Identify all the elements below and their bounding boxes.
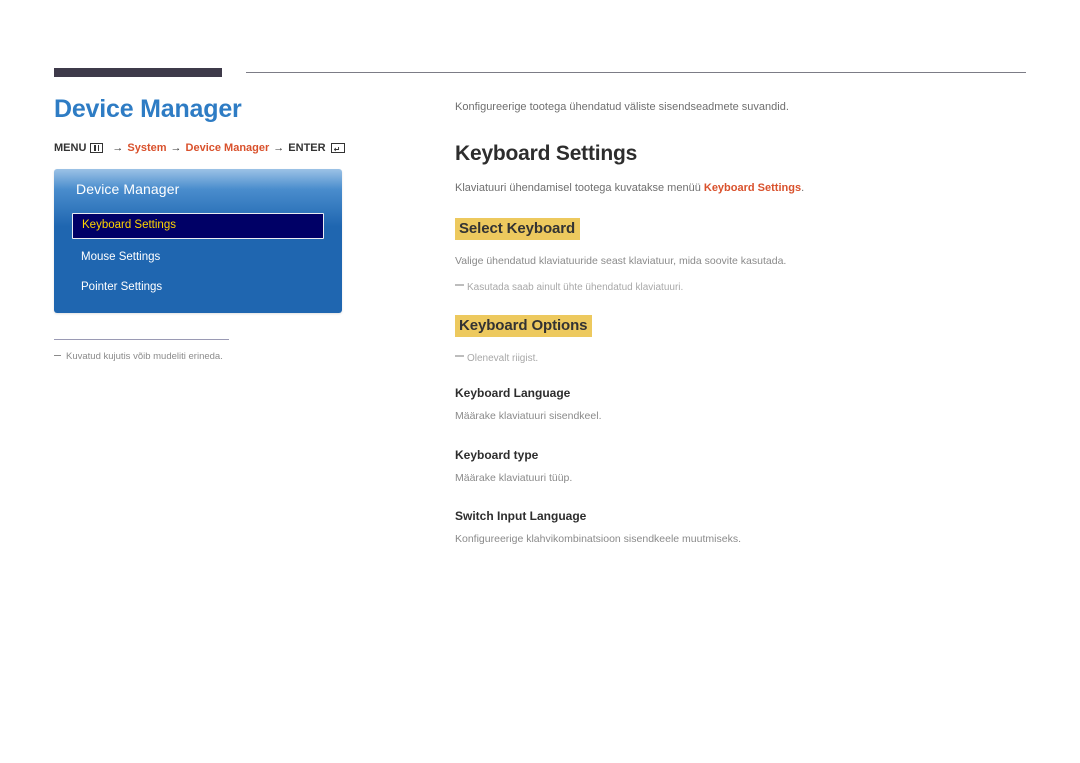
note-dash-icon [455, 283, 464, 286]
enter-return-icon: ↵ [330, 143, 345, 153]
breadcrumb: MENU → System → Device Manager → ENTER ↵ [54, 142, 414, 154]
subheading-switch-input-language: Switch Input Language [455, 509, 587, 524]
left-column: Device Manager MENU → System → Device Ma… [54, 94, 414, 363]
breadcrumb-step-system[interactable]: System [127, 142, 166, 154]
note-dash-icon [455, 354, 464, 357]
breadcrumb-arrow-3: → [273, 142, 285, 154]
keyboard-options-note-text: Olenevalt riigist. [467, 352, 539, 364]
section-description-after: . [801, 181, 805, 194]
osd-menu-list: Keyboard Settings Mouse Settings Pointer… [72, 213, 324, 305]
right-column: Konfigureerige tootega ühendatud väliste… [455, 99, 1030, 571]
desc-keyboard-type: Määrake klaviatuuri tüüp. [455, 471, 573, 484]
left-footnote-text: Kuvatud kujutis võib mudeliti erineda. [66, 351, 223, 362]
section-description-accent: Keyboard Settings [703, 181, 802, 194]
section-heading-keyboard-settings: Keyboard Settings [455, 141, 638, 165]
breadcrumb-arrow-1: → [112, 142, 124, 154]
subsection-title-select-keyboard: Select Keyboard [455, 218, 581, 240]
left-footnote: Kuvatud kujutis võib mudeliti erineda. [54, 350, 229, 363]
osd-preview-panel: Device Manager Keyboard Settings Mouse S… [54, 169, 342, 313]
osd-title: Device Manager [76, 181, 180, 197]
osd-item-keyboard-settings[interactable]: Keyboard Settings [72, 213, 324, 239]
desc-keyboard-language: Määrake klaviatuuri sisendkeel. [455, 409, 602, 422]
menu-grid-icon [90, 143, 104, 153]
header-rule-thin [246, 72, 1026, 73]
intro-paragraph: Konfigureerige tootega ühendatud väliste… [455, 101, 789, 113]
subsection-title-keyboard-options: Keyboard Options [455, 314, 593, 337]
section-description: Klaviatuuri ühendamisel tootega kuvataks… [455, 180, 1030, 197]
header-rule [54, 68, 1026, 77]
header-rule-thick [54, 68, 222, 77]
page-title: Device Manager [54, 95, 242, 123]
breadcrumb-arrow-2: → [170, 142, 182, 154]
subheading-keyboard-type: Keyboard type [455, 447, 539, 462]
breadcrumb-step-device-manager[interactable]: Device Manager [186, 142, 270, 154]
select-keyboard-description: Valige ühendatud klaviatuuride seast kla… [455, 255, 787, 267]
osd-item-pointer-settings[interactable]: Pointer Settings [72, 275, 324, 299]
select-keyboard-note-text: Kasutada saab ainult ühte ühendatud klav… [467, 281, 684, 293]
footnote-dash-icon [54, 355, 61, 356]
desc-switch-input-language: Konfigureerige klahvikombinatsioon sisen… [455, 533, 741, 546]
section-description-before: Klaviatuuri ühendamisel tootega kuvataks… [455, 181, 704, 194]
left-footnote-divider [54, 339, 229, 340]
subheading-keyboard-language: Keyboard Language [455, 385, 571, 400]
osd-item-mouse-settings[interactable]: Mouse Settings [72, 245, 324, 269]
breadcrumb-menu-label: MENU [54, 142, 87, 154]
breadcrumb-enter-label: ENTER [288, 142, 326, 154]
keyboard-options-note: Olenevalt riigist. [455, 351, 1030, 366]
left-footnote-block: Kuvatud kujutis võib mudeliti erineda. [54, 339, 229, 363]
select-keyboard-note: Kasutada saab ainult ühte ühendatud klav… [455, 280, 1030, 295]
